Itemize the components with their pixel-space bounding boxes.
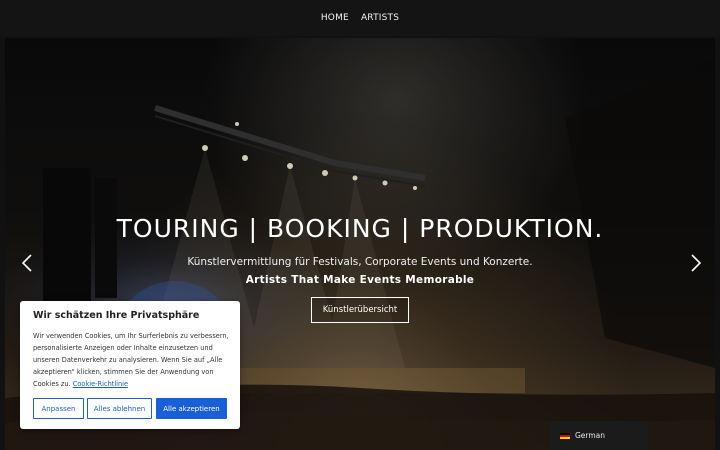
customize-button[interactable]: Anpassen — [33, 398, 84, 419]
chevron-left-icon[interactable] — [21, 254, 35, 272]
top-navigation: HOME ARTISTS — [0, 0, 720, 36]
hero-tagline: Artists That Make Events Memorable — [245, 274, 475, 286]
cookie-banner-body: Wir verwenden Cookies, um Ihr Surferlebn… — [33, 332, 229, 388]
cookie-policy-link[interactable]: Cookie-Richtlinie — [73, 380, 128, 388]
hero-headline: TOURING | BOOKING | PRODUKTION. — [116, 214, 604, 243]
hero-subline: Künstlervermittlung für Festivals, Corpo… — [187, 256, 533, 268]
accept-all-button[interactable]: Alle akzeptieren — [156, 398, 227, 419]
language-label: German — [575, 431, 606, 440]
cookie-consent-banner: Wir schätzen Ihre Privatsphäre Wir verwe… — [20, 301, 240, 429]
cookie-banner-title: Wir schätzen Ihre Privatsphäre — [33, 310, 200, 321]
nav-artists-link[interactable]: ARTISTS — [361, 13, 399, 23]
language-switcher[interactable]: German — [549, 421, 648, 450]
cookie-banner-text: Wir verwenden Cookies, um Ihr Surferlebn… — [33, 330, 231, 390]
reject-all-button[interactable]: Alles ablehnen — [87, 398, 152, 419]
chevron-right-icon[interactable] — [688, 254, 702, 272]
german-flag-icon — [560, 432, 570, 439]
artist-overview-button[interactable]: Künstlerübersicht — [311, 297, 409, 323]
nav-home-link[interactable]: HOME — [321, 13, 349, 23]
